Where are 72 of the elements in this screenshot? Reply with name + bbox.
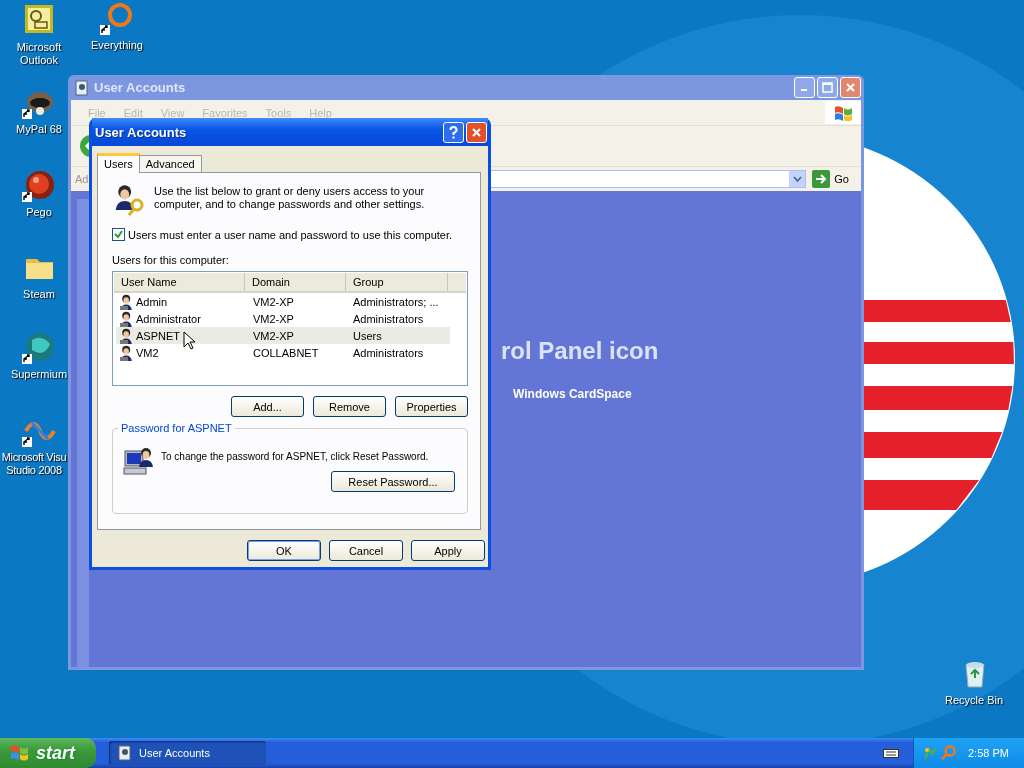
icon-label[interactable]: Steam (23, 288, 55, 301)
tab[interactable]: Advanced (138, 155, 202, 172)
question-mark-icon (449, 125, 458, 139)
domain-cell-text: VM2-XP (252, 295, 295, 308)
domain-cell-text: COLLABNET (252, 346, 320, 359)
start-button[interactable]: start (0, 738, 96, 768)
column-header[interactable]: User Name (114, 273, 245, 291)
icon-label[interactable]: MyPal 68 (16, 123, 62, 136)
group-title: Password for ASPNET (118, 422, 235, 434)
close-button[interactable] (840, 77, 861, 98)
icon-label[interactable]: Supermium (10, 368, 68, 381)
address-label: Ad (75, 173, 89, 185)
maximize-icon (822, 82, 833, 93)
task-link[interactable]: Windows CardSpace (513, 387, 861, 401)
computer-user-icon (123, 445, 155, 477)
icon-label[interactable]: Microsoft Visu Studio 2008 (0, 451, 69, 477)
tab[interactable]: Users (97, 153, 140, 173)
column-header[interactable]: Group (346, 273, 448, 291)
checkbox-label[interactable]: Users must enter a user name and password to use this computer. (128, 228, 453, 241)
minimize-button[interactable] (794, 77, 815, 98)
close-button[interactable] (466, 121, 487, 143)
column-header[interactable]: Domain (245, 273, 346, 291)
icon-label[interactable]: Recycle Bin (944, 694, 1004, 707)
user-name: Administrator (136, 312, 201, 325)
icon-label[interactable]: Pego (26, 206, 52, 219)
mouse-cursor-icon (183, 331, 195, 350)
domain-cell-text: VM2-XP (252, 329, 295, 342)
ok-button[interactable]: OK (247, 540, 321, 561)
window-title: User Accounts (94, 80, 186, 95)
description-text: Use the list below to grant or deny users access to your computer, and to change passwords and other settings. (154, 185, 426, 211)
reset-password-button[interactable]: Reset Password... (331, 471, 455, 492)
clock: 2:58 PM (968, 747, 1009, 759)
list-row[interactable]: VM2 COLLABNET Administrators (116, 344, 450, 361)
user-name: Admin (136, 295, 168, 308)
user-icon (119, 310, 135, 327)
group-cell-text: Administrators (352, 312, 425, 325)
apply-button[interactable]: Apply (411, 540, 485, 561)
icon-label[interactable]: Microsoft Outlook (0, 41, 78, 67)
arrow-right-icon (812, 170, 831, 188)
list-row[interactable]: ASPNET VM2-XP Users (116, 327, 450, 344)
user-icon (119, 344, 135, 361)
properties-button[interactable]: Properties (395, 396, 468, 417)
help-button[interactable] (443, 121, 464, 143)
icon-label[interactable]: Everything (91, 39, 143, 52)
taskbar-button[interactable]: User Accounts (109, 741, 266, 765)
go-button[interactable]: Go (810, 170, 861, 188)
keyboard-icon[interactable] (883, 747, 899, 759)
group-cell-text: Users (352, 329, 383, 342)
close-icon (845, 82, 856, 93)
group-cell-text: Administrators (352, 346, 425, 359)
user-icon (119, 293, 135, 310)
windows-flag-icon (825, 101, 861, 124)
user-name: ASPNET (136, 329, 180, 342)
list-row[interactable]: Admin VM2-XP Administrators; ... (116, 293, 450, 310)
description-text: To change the password for ASPNET, click Reset Password. (161, 451, 429, 462)
remove-button[interactable]: Remove (313, 396, 386, 417)
cancel-button[interactable]: Cancel (329, 540, 403, 561)
page-heading: rol Panel icon (501, 337, 660, 365)
user-name: VM2 (136, 346, 159, 359)
window-app-icon (117, 745, 133, 761)
maximize-button[interactable] (817, 77, 838, 98)
user-icon (119, 327, 135, 344)
add-button[interactable]: Add... (231, 396, 304, 417)
list-label: Users for this computer: (112, 254, 230, 266)
window-app-icon (74, 79, 90, 96)
checkbox[interactable] (112, 228, 125, 241)
dialog-title: User Accounts (95, 124, 187, 140)
domain-cell-text: VM2-XP (252, 312, 295, 325)
windows-flag-icon (10, 744, 30, 762)
close-icon (471, 126, 482, 138)
group-cell-text: Administrators; ... (352, 295, 440, 308)
list-row[interactable]: Administrator VM2-XP Administrators (116, 310, 450, 327)
